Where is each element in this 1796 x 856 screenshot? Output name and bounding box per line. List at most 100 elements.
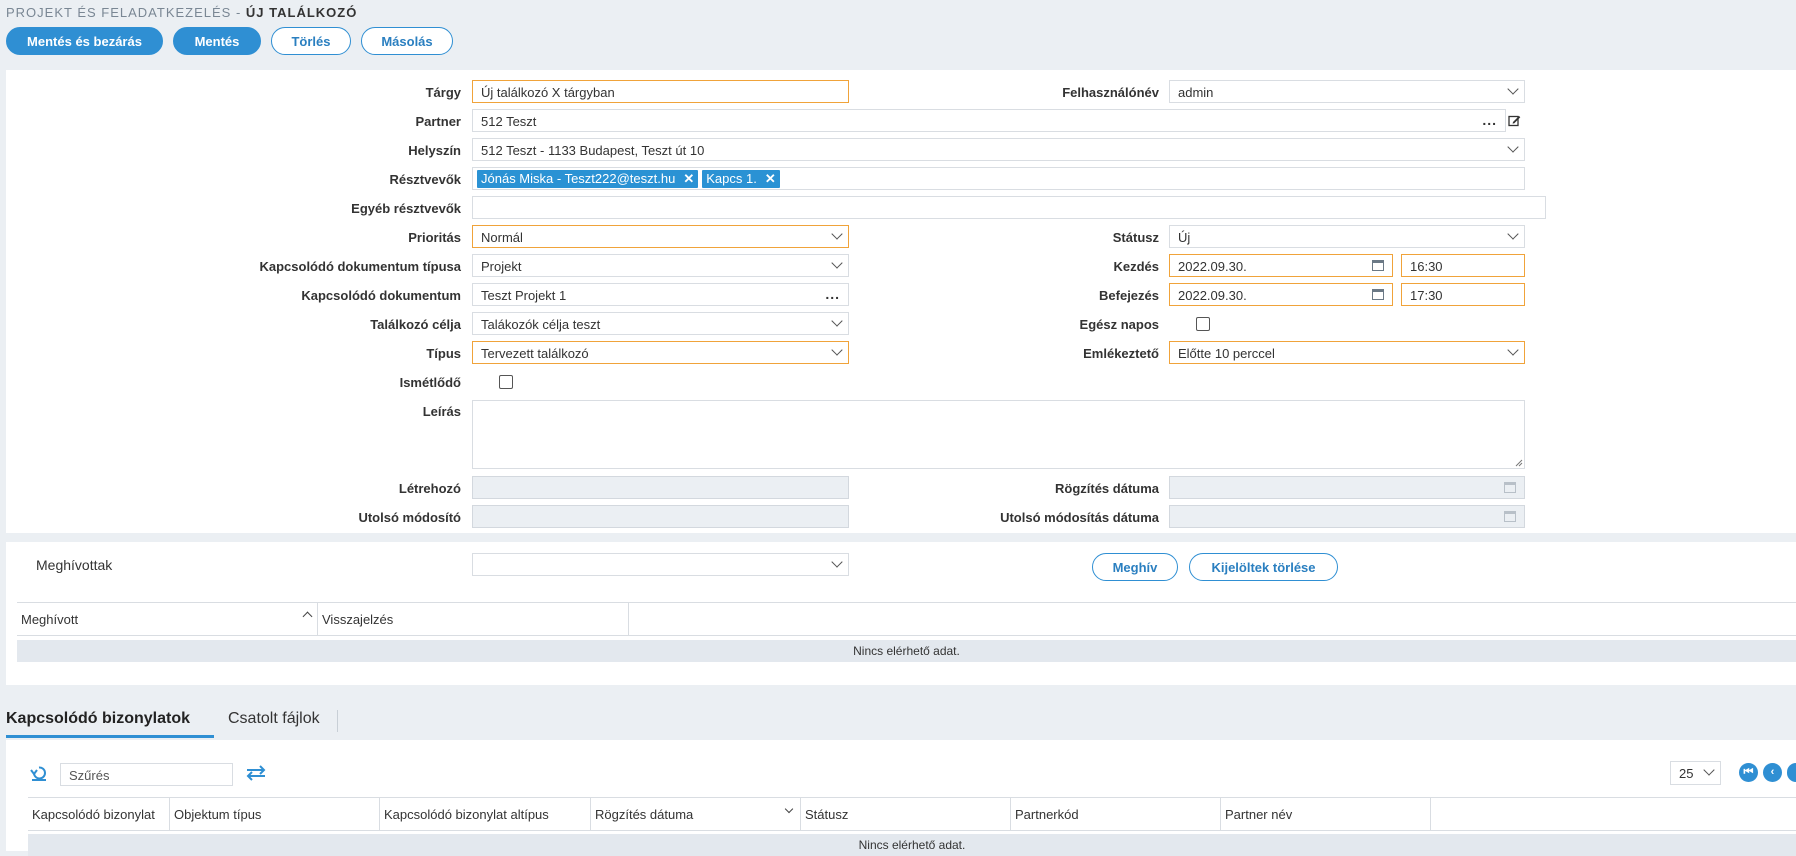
reminder-label: Emlékeztető (1083, 346, 1159, 361)
page-size-select[interactable]: 25 (1670, 761, 1721, 785)
type-select[interactable]: Tervezett találkozó (472, 341, 849, 364)
column-header-status[interactable]: Státusz (801, 798, 1011, 830)
swap-columns-icon[interactable] (245, 765, 267, 781)
invited-grid-header: Meghívott Visszajelzés (17, 602, 1796, 636)
partner-input[interactable]: 512 Teszt ... (472, 109, 1506, 132)
record-date-label: Rögzítés dátuma (1054, 481, 1159, 496)
column-label: Kapcsolódó bizonylat (32, 807, 155, 822)
calendar-icon (1504, 511, 1516, 522)
column-label: Rögzítés dátuma (595, 807, 694, 822)
ellipsis-icon[interactable]: ... (1482, 112, 1497, 128)
goal-label: Találkozó célja (370, 317, 461, 332)
column-label: Státusz (805, 807, 849, 822)
last-modifier-field (472, 505, 849, 528)
type-label: Típus (426, 346, 461, 361)
column-label: Partnerkód (1015, 807, 1079, 822)
column-header-object-type[interactable]: Objektum típus (170, 798, 380, 830)
location-value: 512 Teszt - 1133 Budapest, Teszt út 10 (481, 143, 705, 158)
goal-select[interactable]: Talákozók célja teszt (472, 312, 849, 335)
delete-button[interactable]: Törlés (271, 27, 351, 55)
doc-label: Kapcsolódó dokumentum (301, 288, 461, 303)
all-day-checkbox[interactable] (1196, 317, 1210, 331)
goal-value: Talákozók célja teszt (481, 317, 601, 332)
doc-type-value: Projekt (481, 259, 522, 274)
priority-value: Normál (481, 230, 523, 245)
chevron-down-icon (1507, 83, 1519, 95)
start-label: Kezdés (1113, 259, 1159, 274)
column-header-feedback[interactable]: Visszajelzés (318, 603, 629, 635)
username-label: Felhasználónév (1062, 85, 1159, 100)
active-tab-indicator (6, 735, 214, 738)
subject-input[interactable]: Új találkozó X tárgyban (472, 80, 849, 103)
priority-label: Prioritás (408, 230, 461, 245)
other-participants-input[interactable] (472, 196, 1546, 219)
page-title: ÚJ TALÁLKOZÓ (245, 5, 358, 20)
ellipsis-icon[interactable]: ... (825, 286, 840, 302)
chevron-down-icon (831, 556, 843, 568)
column-header-invited[interactable]: Meghívott (17, 603, 318, 635)
calendar-icon[interactable] (1372, 289, 1384, 300)
column-header-record-date[interactable]: Rögzítés dátuma (591, 798, 801, 830)
invite-button[interactable]: Meghív (1092, 553, 1178, 581)
tab-attached-files[interactable]: Csatolt fájlok (228, 710, 320, 728)
username-value: admin (1178, 85, 1214, 100)
participant-chip[interactable]: Jónás Miska - Teszt222@teszt.hu ✕ (477, 170, 699, 188)
column-label: Visszajelzés (322, 612, 394, 627)
invite-select[interactable] (472, 553, 849, 576)
recurring-checkbox[interactable] (499, 375, 513, 389)
start-time-input[interactable]: 16:30 (1401, 254, 1525, 277)
start-date-value: 2022.09.30. (1178, 259, 1247, 274)
first-page-icon[interactable]: ⏮ (1739, 763, 1758, 782)
close-icon[interactable]: ✕ (683, 171, 694, 186)
invited-label: Meghívottak (36, 557, 113, 573)
reminder-value: Előtte 10 perccel (1178, 346, 1275, 361)
breadcrumb-section: PROJEKT ÉS FELADATKEZELÉS - (6, 5, 246, 20)
all-day-label: Egész napos (1079, 317, 1159, 332)
column-header-subtype[interactable]: Kapcsolódó bizonylat altípus (380, 798, 591, 830)
doc-value: Teszt Projekt 1 (481, 288, 567, 303)
tab-divider (337, 710, 338, 732)
end-label: Befejezés (1099, 288, 1159, 303)
column-label: Meghívott (21, 612, 79, 627)
refresh-icon[interactable] (30, 765, 48, 781)
tab-related-documents[interactable]: Kapcsolódó bizonylatok (6, 710, 190, 728)
participants-multiselect[interactable]: Jónás Miska - Teszt222@teszt.hu ✕ Kapcs 1.… (472, 167, 1525, 190)
reminder-select[interactable]: Előtte 10 perccel (1169, 341, 1525, 364)
status-label: Státusz (1112, 230, 1159, 245)
chip-label: Jónás Miska - Teszt222@teszt.hu (481, 171, 676, 186)
other-participants-label: Egyéb résztvevők (351, 201, 461, 216)
chevron-down-icon (1507, 141, 1519, 153)
doc-type-label: Kapcsolódó dokumentum típusa (259, 259, 461, 274)
description-textarea[interactable] (472, 400, 1525, 469)
column-header-partner-name[interactable]: Partner név (1221, 798, 1431, 830)
priority-select[interactable]: Normál (472, 225, 849, 248)
last-modifier-label: Utolsó módosító (358, 510, 461, 525)
copy-button[interactable]: Másolás (361, 27, 453, 55)
save-button[interactable]: Mentés (173, 27, 261, 55)
end-date-value: 2022.09.30. (1178, 288, 1247, 303)
doc-type-select[interactable]: Projekt (472, 254, 849, 277)
column-header-partner-code[interactable]: Partnerkód (1011, 798, 1221, 830)
username-select[interactable]: admin (1169, 80, 1525, 103)
resize-handle-icon[interactable] (1515, 459, 1523, 467)
start-date-input[interactable]: 2022.09.30. (1169, 254, 1393, 277)
participant-chip[interactable]: Kapcs 1. ✕ (702, 170, 780, 188)
location-select[interactable]: 512 Teszt - 1133 Budapest, Teszt út 10 (472, 138, 1525, 161)
doc-input[interactable]: Teszt Projekt 1 ... (472, 283, 849, 306)
partner-label: Partner (415, 114, 461, 129)
invited-empty-row: Nincs elérhető adat. (17, 640, 1796, 662)
save-close-button[interactable]: Mentés és bezárás (6, 27, 163, 55)
status-select[interactable]: Új (1169, 225, 1525, 248)
delete-selected-button[interactable]: Kijelöltek törlése (1189, 553, 1338, 581)
subject-label: Tárgy (425, 85, 461, 100)
creator-label: Létrehozó (398, 481, 461, 496)
calendar-icon[interactable] (1372, 260, 1384, 271)
edit-icon[interactable] (1508, 114, 1521, 127)
end-date-input[interactable]: 2022.09.30. (1169, 283, 1393, 306)
column-header-related-document[interactable]: Kapcsolódó bizonylat (28, 798, 170, 830)
close-icon[interactable]: ✕ (765, 171, 776, 186)
previous-page-icon[interactable]: ‹ (1763, 763, 1782, 782)
end-time-input[interactable]: 17:30 (1401, 283, 1525, 306)
calendar-icon (1504, 482, 1516, 493)
filter-input[interactable]: Szűrés (60, 763, 233, 786)
